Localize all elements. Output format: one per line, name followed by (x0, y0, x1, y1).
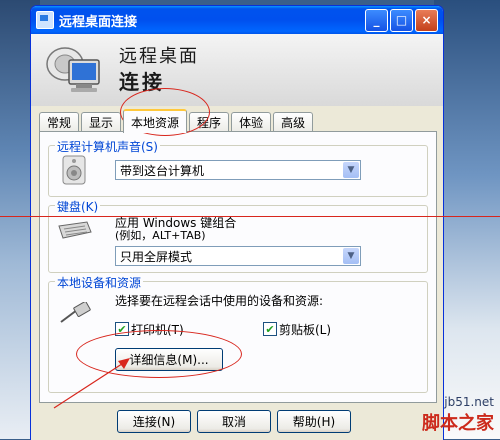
help-button[interactable]: 帮助(H) (277, 410, 351, 433)
tab-local-resources[interactable]: 本地资源 (123, 109, 188, 133)
maximize-button[interactable]: □ (390, 8, 413, 32)
banner-line-2: 连接 (119, 70, 165, 94)
watermark-site: jb51.net (444, 395, 494, 409)
connect-button[interactable]: 连接(N) (117, 410, 191, 433)
watermark-name: 脚本之家 (422, 413, 494, 434)
devices-desc: 选择要在远程会话中使用的设备和资源: (115, 294, 324, 308)
speaker-icon (62, 155, 86, 185)
minimize-button[interactable]: _ (365, 8, 388, 32)
tab-display[interactable]: 显示 (81, 112, 122, 132)
clipboard-checkbox[interactable]: ✔ (263, 322, 277, 336)
usb-plug-icon (60, 302, 91, 323)
annotation-arrow (53, 358, 130, 409)
banner-line-1: 远程桌面 (119, 46, 199, 67)
sound-group: 远程计算机声音(S) 带到这台计算机 ▼ (48, 138, 428, 197)
tab-experience[interactable]: 体验 (231, 112, 272, 132)
tab-programs[interactable]: 程序 (189, 112, 230, 132)
devices-group-title: 本地设备和资源 (55, 274, 144, 291)
remote-desktop-icon (36, 11, 54, 29)
clipboard-label[interactable]: 剪贴板(L) (279, 321, 331, 338)
title-bar[interactable]: 远程桌面连接 _ □ × (31, 6, 443, 34)
sound-group-title: 远程计算机声音(S) (55, 138, 160, 155)
sound-select-value: 带到这台计算机 (120, 163, 205, 178)
tab-general[interactable]: 常规 (39, 112, 80, 132)
cancel-button[interactable]: 取消 (197, 410, 271, 433)
banner: 远程桌面 连接 (31, 34, 443, 106)
keyboard-select[interactable]: 只用全屏模式 ▼ (115, 246, 361, 266)
chevron-down-icon[interactable]: ▼ (343, 248, 359, 264)
monitor-satellite-icon (46, 47, 100, 92)
printers-checkbox[interactable]: ✔ (115, 322, 129, 336)
keyboard-icon (58, 221, 92, 239)
keyboard-desc-line2: (例如，ALT+TAB) (115, 229, 206, 242)
annotation-line (0, 216, 500, 217)
tab-strip: 常规 显示 本地资源 程序 体验 高级 (39, 109, 315, 133)
close-button[interactable]: × (415, 8, 438, 32)
chevron-down-icon[interactable]: ▼ (343, 162, 359, 178)
keyboard-select-value: 只用全屏模式 (120, 249, 193, 264)
tab-advanced[interactable]: 高级 (273, 112, 314, 132)
keyboard-group-title: 键盘(K) (55, 198, 101, 215)
sound-select[interactable]: 带到这台计算机 ▼ (115, 160, 361, 180)
watermark: jb51.net 脚本之家 (422, 395, 494, 435)
printers-label[interactable]: 打印机(T) (131, 321, 184, 338)
window-title: 远程桌面连接 (59, 14, 138, 30)
